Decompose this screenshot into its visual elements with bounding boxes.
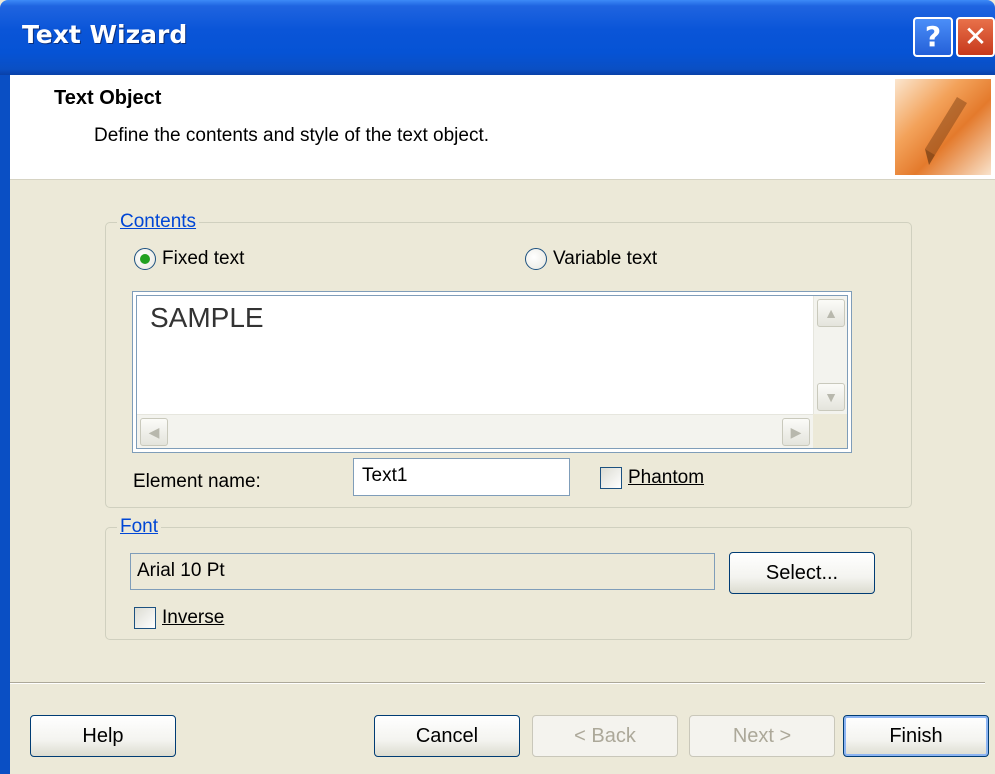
- variable-text-radio[interactable]: Variable text: [525, 248, 657, 270]
- scroll-up-icon[interactable]: ▲: [817, 299, 845, 327]
- phantom-checkbox[interactable]: Phantom: [600, 467, 704, 489]
- question-icon: ?: [924, 20, 942, 53]
- checkbox-unchecked-icon: [134, 607, 156, 629]
- inverse-checkbox[interactable]: Inverse: [134, 607, 224, 629]
- scroll-left-icon[interactable]: ◀: [140, 418, 168, 446]
- text-area-value: SAMPLE: [150, 302, 264, 333]
- fixed-text-label: Fixed text: [162, 248, 245, 269]
- contents-legend: Contents: [117, 211, 200, 233]
- element-name-label: Element name:: [133, 471, 261, 492]
- font-legend: Font: [117, 516, 162, 538]
- title-bar: Text Wizard ? ✕: [0, 0, 995, 75]
- next-button[interactable]: Next >: [689, 715, 835, 757]
- close-title-button[interactable]: ✕: [956, 17, 995, 57]
- footer-separator: [10, 682, 985, 684]
- variable-text-label: Variable text: [553, 248, 658, 269]
- page-description: Define the contents and style of the tex…: [94, 125, 490, 146]
- element-name-input[interactable]: Text1: [353, 458, 570, 496]
- select-font-button[interactable]: Select...: [729, 552, 875, 594]
- wizard-header: Text Object Define the contents and styl…: [10, 75, 995, 180]
- font-display-field: Arial 10 Pt: [130, 553, 715, 590]
- cancel-button[interactable]: Cancel: [374, 715, 520, 757]
- text-area-frame: SAMPLE ▲ ▼ ◀ ▶: [136, 295, 848, 449]
- fixed-text-area[interactable]: SAMPLE ▲ ▼ ◀ ▶: [132, 291, 852, 453]
- scroll-corner: [813, 414, 847, 448]
- window-frame-left: [0, 75, 10, 774]
- scroll-down-icon[interactable]: ▼: [817, 383, 845, 411]
- horizontal-scrollbar[interactable]: ◀ ▶: [137, 414, 813, 448]
- radio-unselected-icon: [525, 248, 547, 270]
- wizard-art-icon: [895, 79, 991, 175]
- help-title-button[interactable]: ?: [913, 17, 953, 57]
- page-title: Text Object: [54, 87, 162, 109]
- vertical-scrollbar[interactable]: ▲ ▼: [813, 296, 847, 416]
- back-button[interactable]: < Back: [532, 715, 678, 757]
- scroll-right-icon[interactable]: ▶: [782, 418, 810, 446]
- finish-button[interactable]: Finish: [843, 715, 989, 757]
- close-icon: ✕: [963, 20, 988, 53]
- window-title: Text Wizard: [22, 20, 188, 49]
- fixed-text-radio[interactable]: Fixed text: [134, 248, 244, 270]
- radio-selected-icon: [134, 248, 156, 270]
- checkbox-unchecked-icon: [600, 467, 622, 489]
- phantom-label: Phantom: [628, 467, 705, 488]
- help-button[interactable]: Help: [30, 715, 176, 757]
- inverse-label: Inverse: [162, 607, 225, 628]
